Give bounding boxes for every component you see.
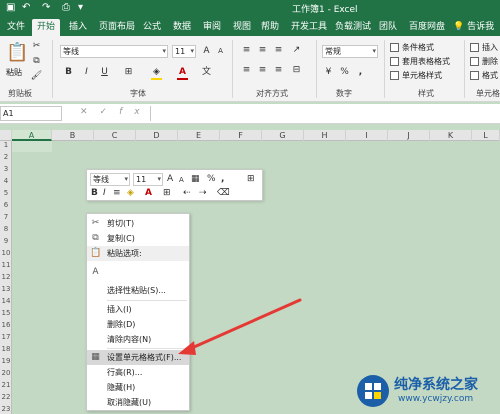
annotation-arrow — [178, 298, 302, 355]
site-logo-icon — [357, 375, 389, 407]
watermark-url: www.ycwjzy.com — [398, 394, 474, 404]
watermark: 纯净系统之家 www.ycwjzy.com — [356, 372, 496, 410]
annotation-arrow-head — [178, 341, 196, 355]
annotation-arrow-shaft — [183, 298, 302, 353]
watermark-title: 纯净系统之家 — [394, 377, 478, 393]
